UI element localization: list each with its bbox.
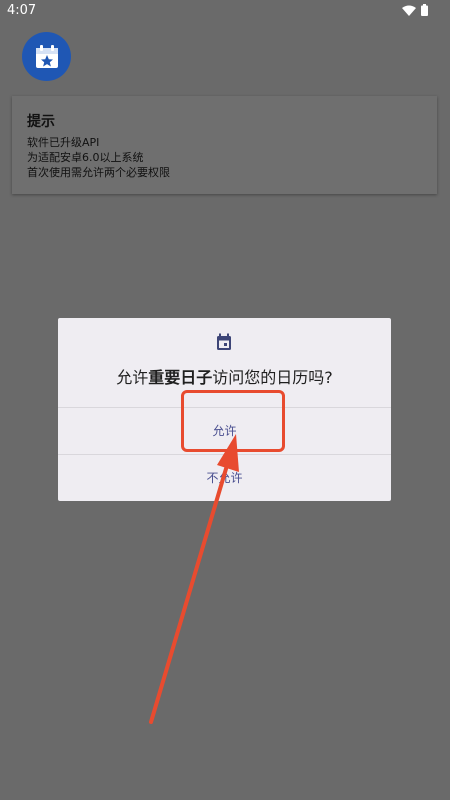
pointer-arrow (149, 434, 239, 724)
